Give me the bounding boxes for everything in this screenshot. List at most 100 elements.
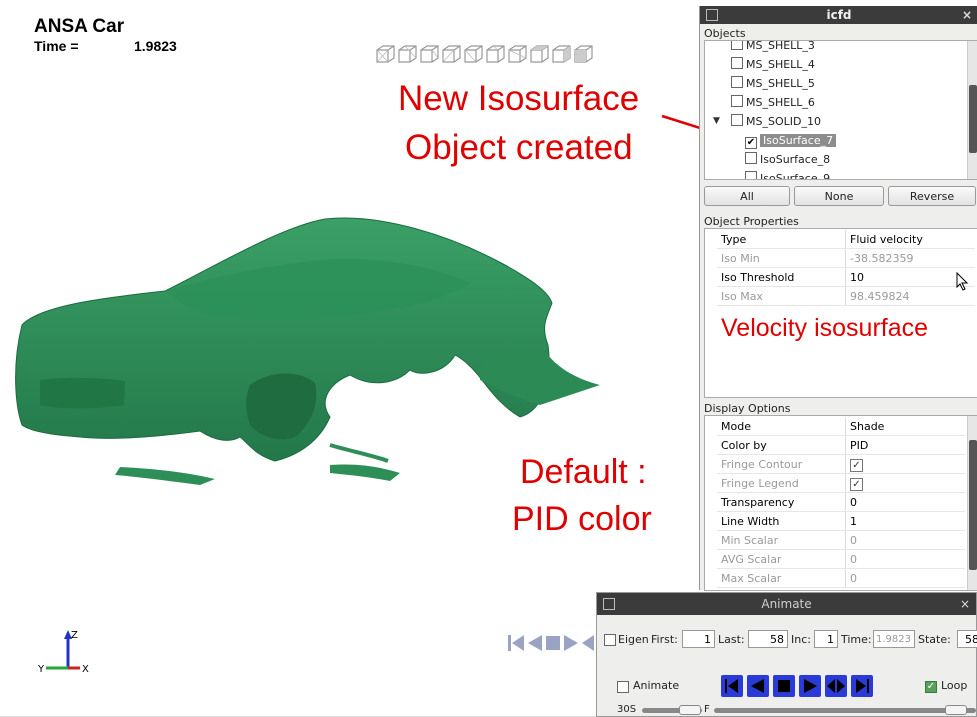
property-row[interactable]: AVG Scalar 0 [717, 549, 965, 569]
property-value[interactable]: 1 [845, 511, 965, 531]
frame-slider[interactable] [714, 708, 976, 713]
property-value[interactable]: -38.582359 [845, 248, 975, 268]
view-cube-icon[interactable] [506, 43, 528, 65]
view-cube-icon[interactable] [396, 43, 418, 65]
annotation-new-isosurface: New Isosurface [398, 79, 640, 118]
view-cube-icon[interactable] [528, 43, 550, 65]
object-checkbox[interactable] [731, 57, 743, 69]
play-button[interactable] [799, 675, 821, 697]
viewport-playback-controls [508, 635, 594, 651]
objects-scrollbar[interactable] [967, 41, 977, 179]
property-row[interactable]: Fringe Contour ✓ [717, 454, 965, 474]
property-row[interactable]: Transparency 0 [717, 492, 965, 512]
bounce-button[interactable] [825, 675, 847, 697]
object-list-item[interactable]: MS_SHELL_6 [731, 93, 815, 112]
annotation-pid-color: PID color [512, 500, 652, 538]
animate-label: Animate [633, 679, 680, 692]
property-checkbox[interactable]: ✓ [850, 459, 863, 472]
property-key: Min Scalar [717, 530, 846, 550]
speed-slider-thumb[interactable] [679, 705, 701, 715]
object-list-item[interactable]: MS_SHELL_5 [731, 74, 815, 93]
expand-arrow-icon[interactable]: ▼ [713, 112, 720, 131]
property-row[interactable]: Fringe Legend ✓ [717, 473, 965, 493]
object-list-item[interactable]: ▼ MS_SOLID_10 [713, 112, 821, 131]
property-row[interactable]: Type Fluid velocity [717, 230, 975, 249]
object-list-item[interactable]: IsoSurface_9 [745, 169, 830, 179]
play-icon [804, 679, 817, 693]
objects-list[interactable]: MS_SHELL_3 MS_SHELL_4 MS_SHELL_5 MS_SHELL_6… [704, 40, 977, 180]
view-cube-icon[interactable] [484, 43, 506, 65]
first-frame-input[interactable]: 1 [682, 630, 715, 648]
property-value[interactable]: Shade [845, 417, 965, 436]
property-value[interactable]: ✓ [845, 473, 965, 493]
property-row[interactable]: Max Scalar 0 [717, 568, 965, 588]
object-list-item[interactable]: MS_SHELL_3 [731, 41, 815, 55]
objects-scroll-thumb[interactable] [969, 85, 977, 153]
loop-checkbox[interactable]: ✓ [925, 681, 937, 693]
property-row[interactable]: Color by PID [717, 435, 965, 455]
object-checkbox[interactable] [731, 114, 743, 126]
icfd-title: icfd [826, 8, 852, 22]
window-menu-icon[interactable] [603, 598, 615, 610]
animate-checkbox[interactable] [617, 681, 629, 693]
previous-frame-button[interactable] [747, 675, 769, 697]
display-scroll-thumb[interactable] [969, 440, 977, 570]
property-value[interactable]: Fluid velocity [845, 230, 975, 249]
property-row[interactable]: Iso Threshold 10 [717, 267, 975, 287]
view-cube-icon[interactable] [374, 43, 396, 65]
icfd-titlebar[interactable]: icfd × [700, 6, 977, 24]
view-cube-icon[interactable] [418, 43, 440, 65]
increment-input[interactable]: 1 [814, 630, 838, 648]
property-value[interactable]: 0 [845, 568, 965, 588]
model-title: ANSA Car [34, 16, 125, 37]
property-checkbox[interactable]: ✓ [850, 478, 863, 491]
object-checkbox[interactable] [745, 171, 757, 179]
frame-slider-thumb[interactable] [945, 705, 967, 715]
animate-titlebar[interactable]: Animate × [597, 593, 976, 615]
object-checkbox[interactable] [745, 152, 757, 164]
property-key: Iso Min [717, 248, 846, 268]
property-row[interactable]: Iso Max 98.459824 [717, 286, 975, 306]
last-label: Last: [718, 633, 745, 646]
property-row[interactable]: Mode Shade [717, 417, 965, 436]
property-row[interactable]: Line Width 1 [717, 511, 965, 531]
speed-label: 30S [617, 704, 637, 715]
property-value[interactable]: 0 [845, 549, 965, 569]
eigen-checkbox[interactable] [604, 634, 616, 646]
property-key: Color by [717, 435, 846, 455]
object-checkbox[interactable] [731, 76, 743, 88]
last-frame-button[interactable] [851, 675, 873, 697]
property-key: Max Scalar [717, 568, 846, 588]
reverse-selection-button[interactable]: Reverse [888, 186, 976, 206]
close-icon[interactable]: × [962, 6, 972, 24]
object-checkbox[interactable]: ✔ [745, 137, 757, 149]
select-none-button[interactable]: None [794, 186, 884, 206]
object-list-item[interactable]: IsoSurface_8 [745, 150, 830, 169]
time-input[interactable]: 1.9823 [873, 630, 915, 648]
property-row[interactable]: Min Scalar 0 [717, 530, 965, 550]
view-cube-icon[interactable] [572, 43, 594, 65]
last-frame-input[interactable]: 58 [748, 630, 788, 648]
object-checkbox[interactable] [731, 41, 743, 50]
property-value[interactable]: 0 [845, 530, 965, 550]
property-row[interactable]: Iso Min -38.582359 [717, 248, 975, 268]
display-scrollbar[interactable] [967, 416, 977, 590]
close-icon[interactable]: × [960, 593, 970, 615]
object-checkbox[interactable] [731, 95, 743, 107]
state-input[interactable]: 58 [957, 630, 977, 648]
property-value[interactable]: 0 [845, 492, 965, 512]
object-list-item[interactable]: ✔ IsoSurface_7 [745, 131, 837, 150]
stop-button[interactable] [773, 675, 795, 697]
property-value[interactable]: ✓ [845, 454, 965, 474]
object-list-item[interactable]: MS_SHELL_4 [731, 55, 815, 74]
view-cube-icon[interactable] [440, 43, 462, 65]
select-all-button[interactable]: All [704, 186, 790, 206]
property-key: Mode [717, 417, 846, 436]
view-cube-icon[interactable] [462, 43, 484, 65]
previous-icon [751, 679, 764, 693]
property-value[interactable]: PID [845, 435, 965, 455]
window-menu-icon[interactable] [706, 9, 718, 21]
view-cube-icon[interactable] [550, 43, 572, 65]
first-frame-button[interactable] [721, 675, 743, 697]
viewport-prev-icon [528, 635, 542, 651]
